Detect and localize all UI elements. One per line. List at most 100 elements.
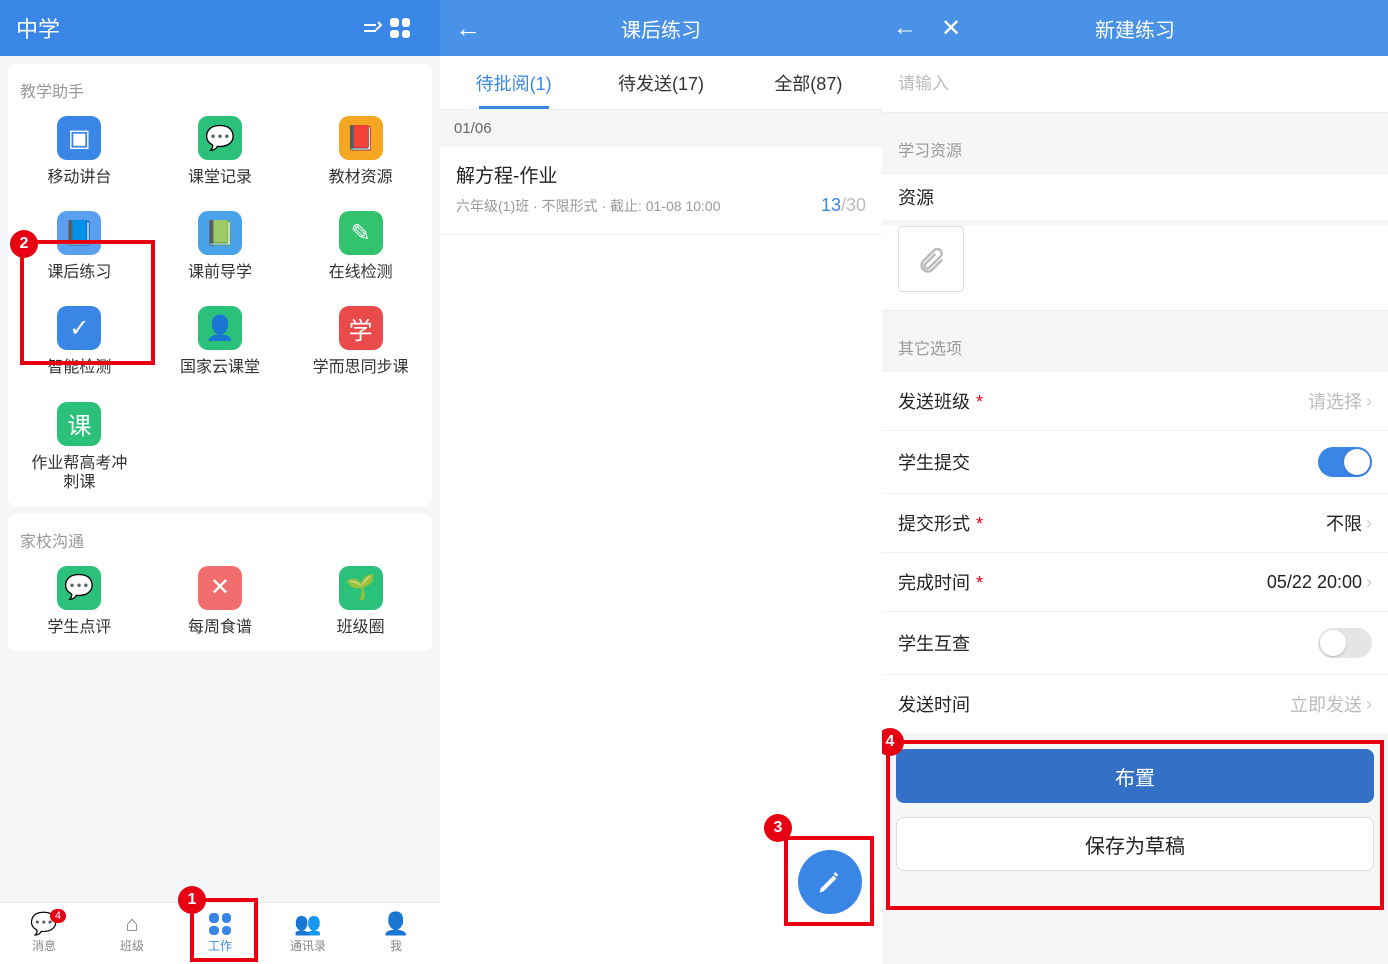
tab-label: 通讯录 — [290, 937, 326, 954]
callout-3: 3 — [764, 814, 792, 842]
nav-tab[interactable]: ⌂ 班级 — [88, 903, 176, 964]
app-label: 课前导学 — [188, 263, 252, 282]
app-label: 国家云课堂 — [180, 358, 260, 377]
app-icon: ✎ — [339, 211, 383, 255]
save-draft-button[interactable]: 保存为草稿 — [896, 817, 1374, 871]
app-item[interactable]: 💬 学生点评 — [12, 566, 147, 637]
form-label: 学生提交 — [898, 449, 970, 475]
tab-label: 消息 — [32, 937, 56, 954]
button-group: 布置 保存为草稿 — [882, 733, 1388, 905]
filter-tab[interactable]: 待发送(17) — [587, 56, 734, 109]
app-icon: 💬 — [198, 116, 242, 160]
resource-label: 资源 — [882, 173, 1388, 220]
app-label: 在线检测 — [329, 263, 393, 282]
section-other: 其它选项 — [882, 311, 1388, 371]
form-row-student_submit[interactable]: 学生提交 — [882, 430, 1388, 493]
app-item[interactable]: 📗 课前导学 — [153, 211, 288, 282]
app-icon: 课 — [57, 402, 101, 446]
checklist-icon[interactable] — [356, 13, 390, 43]
app-item[interactable]: ▣ 移动讲台 — [12, 116, 147, 187]
form-row-submit_form[interactable]: 提交形式* 不限› — [882, 493, 1388, 552]
assignment-title: 解方程-作业 — [456, 161, 721, 188]
title-input-row — [882, 56, 1388, 113]
app-label: 班级圈 — [337, 618, 385, 637]
app-icon: 📗 — [198, 211, 242, 255]
filter-tab[interactable]: 全部(87) — [735, 56, 882, 109]
app-item[interactable]: 📕 教材资源 — [293, 116, 428, 187]
panel-new-exercise: ← ✕ 新建练习 学习资源 资源 其它选项 发送班级*请选择› 学生提交提交形式*… — [882, 0, 1388, 964]
header-new: ← ✕ 新建练习 — [882, 0, 1388, 56]
app-item[interactable]: ✕每周食谱 — [153, 566, 288, 637]
app-item[interactable]: 课作业帮高考冲刺课 — [12, 402, 147, 492]
app-icon: ▣ — [57, 116, 101, 160]
app-label: 智能检测 — [47, 358, 111, 377]
app-label: 作业帮高考冲刺课 — [29, 454, 129, 492]
app-icon: 🌱 — [339, 566, 383, 610]
app-label: 课堂记录 — [188, 168, 252, 187]
form-row-send_time[interactable]: 发送时间 立即发送› — [882, 674, 1388, 733]
app-item[interactable]: ✓ 智能检测 — [12, 306, 147, 377]
title-input[interactable] — [898, 74, 1372, 94]
attach-button[interactable] — [898, 226, 964, 292]
form-row-finish_time[interactable]: 完成时间* 05/22 20:00› — [882, 552, 1388, 611]
form-value: 05/22 20:00› — [1267, 572, 1372, 593]
exercise-tabs: 待批阅(1)待发送(17)全部(87) — [440, 56, 882, 110]
new-exercise-fab[interactable] — [798, 850, 862, 914]
app-label: 教材资源 — [329, 168, 393, 187]
tab-label: 班级 — [120, 937, 144, 954]
assignment-count: 13/30 — [821, 161, 866, 216]
form-value: 请选择› — [1308, 388, 1372, 414]
callout-1: 1 — [178, 886, 206, 914]
form-label: 提交形式* — [898, 510, 983, 536]
app-icon: 学 — [339, 306, 383, 350]
form-value: 立即发送› — [1290, 691, 1372, 717]
tab-icon: 👥 — [294, 913, 321, 935]
app-label: 学生点评 — [47, 618, 111, 637]
toggle-switch[interactable] — [1318, 447, 1372, 477]
app-item[interactable]: 💬 课堂记录 — [153, 116, 288, 187]
badge: 4 — [50, 909, 66, 923]
section-home: 家校沟通 — [8, 514, 432, 560]
section-teach: 教学助手 — [8, 64, 432, 110]
assign-button[interactable]: 布置 — [896, 749, 1374, 803]
assignment-sub: 六年级(1)班 · 不限形式 · 截止: 01-08 10:00 — [456, 196, 721, 216]
date-row: 01/06 — [440, 110, 882, 147]
form-label: 发送时间 — [898, 691, 970, 717]
assignment-row[interactable]: 解方程-作业 六年级(1)班 · 不限形式 · 截止: 01-08 10:00 … — [440, 147, 882, 235]
form-value: 不限› — [1326, 510, 1372, 536]
app-icon: 👤 — [198, 306, 242, 350]
panel-work: 中学 教学助手 ▣移动讲台💬课堂记录📕教材资源📘课后练习📗课前导学✎在线检测✓智… — [0, 0, 440, 964]
qr-icon[interactable] — [390, 18, 424, 38]
nav-tab[interactable]: 👥 通讯录 — [264, 903, 352, 964]
school-name: 中学 — [16, 12, 356, 44]
teaching-assistant-card: 教学助手 ▣移动讲台💬课堂记录📕教材资源📘课后练习📗课前导学✎在线检测✓智能检测… — [8, 64, 432, 506]
app-icon: ✕ — [198, 566, 242, 610]
form-row-send_class[interactable]: 发送班级*请选择› — [882, 371, 1388, 430]
nav-tab[interactable]: 💬消息4 — [0, 903, 88, 964]
form-label: 完成时间* — [898, 569, 983, 595]
app-label: 移动讲台 — [47, 168, 111, 187]
app-icon: 💬 — [57, 566, 101, 610]
filter-tab[interactable]: 待批阅(1) — [440, 56, 587, 109]
app-icon: 📕 — [339, 116, 383, 160]
tab-label: 工作 — [208, 937, 232, 954]
callout-2: 2 — [10, 230, 38, 258]
tab-icon — [209, 913, 231, 935]
tab-icon: 👤 — [382, 913, 409, 935]
app-item[interactable]: 👤 国家云课堂 — [153, 306, 288, 377]
app-icon: ✓ — [57, 306, 101, 350]
tab-icon: ⌂ — [125, 913, 138, 935]
header-work: 中学 — [0, 0, 440, 56]
app-label: 学而思同步课 — [313, 358, 409, 377]
toggle-switch[interactable] — [1318, 628, 1372, 658]
exercise-title: 课后练习 — [440, 14, 882, 43]
section-resources: 学习资源 — [882, 113, 1388, 173]
tab-label: 我 — [390, 937, 402, 954]
app-icon: 📘 — [57, 211, 101, 255]
app-item[interactable]: ✎ 在线检测 — [293, 211, 428, 282]
nav-tab[interactable]: 👤我 — [352, 903, 440, 964]
form-row-peer_check[interactable]: 学生互查 — [882, 611, 1388, 674]
form-label: 学生互查 — [898, 630, 970, 656]
app-item[interactable]: 🌱 班级圈 — [293, 566, 428, 637]
app-item[interactable]: 学学而思同步课 — [293, 306, 428, 377]
